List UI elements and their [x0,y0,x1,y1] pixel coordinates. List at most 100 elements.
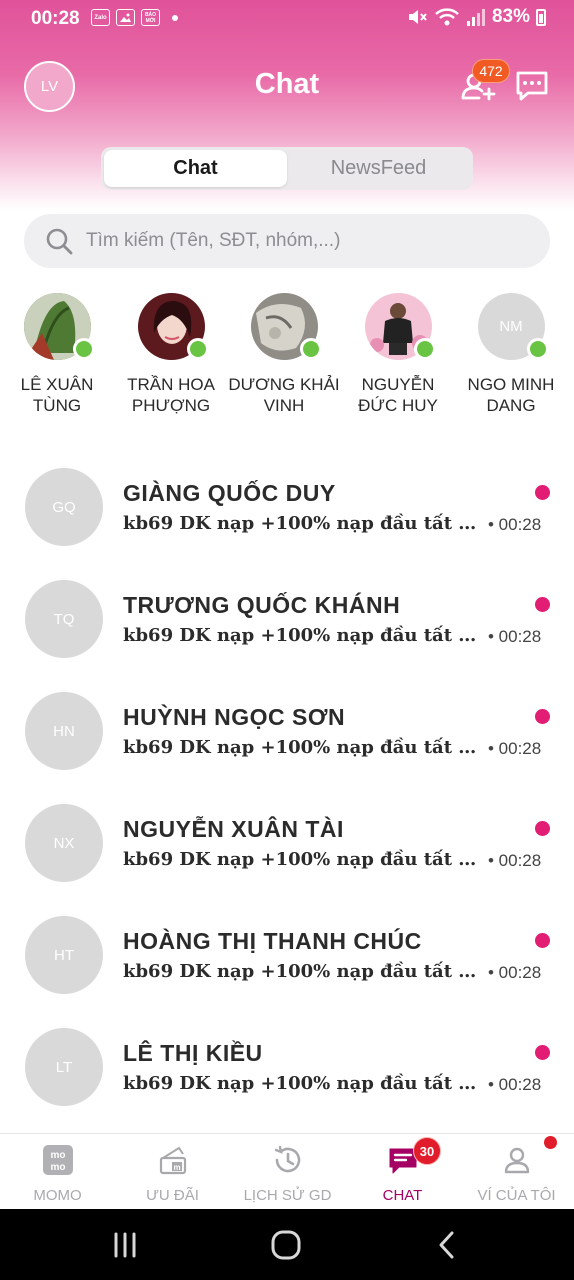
avatar: LT [25,1028,103,1106]
tab-newsfeed[interactable]: NewsFeed [287,150,470,187]
chat-contact-name: NGUYỄN XUÂN TÀI [123,816,344,842]
nav-momo[interactable]: mo mo MOMO [0,1134,115,1210]
back-icon[interactable] [427,1229,467,1261]
chat-time: • 00:28 [488,1075,542,1094]
online-friend-1[interactable]: LÊ XUÂN TÙNG [0,293,114,416]
unread-indicator [535,709,550,724]
nav-label: ƯU ĐÃI [146,1187,199,1204]
chat-list-item[interactable]: LT LÊ THỊ KIỀU kb69 DK nạp +100% nạp đầu… [0,1028,574,1140]
svg-text:m: m [173,1163,180,1172]
avatar: HN [25,692,103,770]
search-input[interactable] [86,230,526,252]
online-indicator [413,338,436,360]
avatar [137,293,209,360]
chat-last-message: kb69 DK nạp +100% nạp đầu tất cả ... [123,625,483,646]
recent-apps-icon[interactable] [105,1229,145,1261]
avatar: GQ [25,468,103,546]
chat-contact-name: GIÀNG QUỐC DUY [123,480,336,506]
chat-contact-name: HUỲNH NGỌC SƠN [123,704,346,730]
avatar: NM [477,293,549,360]
avatar-initials: NM [499,318,523,335]
unread-indicator [535,597,550,612]
chat-last-message: kb69 DK nạp +100% nạp đầu tất cả... [123,1073,483,1094]
wifi-icon [435,8,459,26]
unread-indicator [535,933,550,948]
status-app-icons: Zalo BÁO MỚI [91,9,178,26]
nav-chat[interactable]: CHAT [345,1134,460,1210]
chat-time: • 00:28 [488,515,542,534]
avatar [23,293,95,360]
bottom-navigation: mo mo MOMO m ƯU ĐÃI LỊCH SỬ GD CHAT VÍ C… [0,1133,574,1209]
chat-time: • 00:28 [488,627,542,646]
avatar: TQ [25,580,103,658]
nav-lich-su-gd[interactable]: LỊCH SỬ GD [230,1134,345,1210]
chat-list-item[interactable]: HN HUỲNH NGỌC SƠN kb69 DK nạp +100% nạp … [0,692,574,804]
momo-logo-icon: mo mo [42,1145,73,1175]
home-icon[interactable] [266,1229,306,1261]
signal-icon [466,9,485,26]
online-friend-2[interactable]: TRẦN HOA PHƯỢNG [114,293,228,416]
user-icon [504,1147,529,1174]
gallery-icon [116,9,135,26]
notification-dot-icon [172,14,178,21]
chat-contact-name: LÊ THỊ KIỀU [123,1040,263,1066]
chat-tabs: Chat NewsFeed [101,147,473,190]
friend-name: NGO MINH DANG [467,375,555,415]
mute-icon [408,10,427,24]
zalo-icon: Zalo [91,9,110,26]
friend-name: TRẦN HOA PHƯỢNG [127,375,215,415]
online-indicator [526,338,549,360]
avatar [364,293,436,360]
friend-name: NGUYỄN ĐỨC HUY [358,375,438,415]
online-indicator [72,338,95,360]
chat-list-item[interactable]: HT HOÀNG THỊ THANH CHÚC kb69 DK nạp +100… [0,916,574,1028]
battery-percent: 83% [491,6,530,27]
status-bar: 00:28 Zalo BÁO MỚI 83% [0,0,574,36]
chat-last-message: kb69 DK nạp +100% nạp đầu tất cả ... [123,513,483,534]
wallet-notification-dot [544,1136,557,1149]
friend-name: LÊ XUÂN TÙNG [20,375,94,415]
chat-time: • 00:28 [488,963,542,982]
svg-text:mo: mo [50,1162,65,1173]
chat-last-message: kb69 DK nạp +100% nạp đầu tất cả ... [123,737,483,758]
bao-moi-icon: BÁO MỚI [141,9,160,26]
friend-requests-badge: 472 [472,59,510,83]
avatar: NX [25,804,103,882]
online-friend-3[interactable]: DƯƠNG KHẢI VINH [227,293,341,416]
status-time: 00:28 [31,8,80,29]
chat-time: • 00:28 [488,851,542,870]
online-indicator [299,338,322,360]
chat-contact-name: TRƯƠNG QUỐC KHÁNH [123,592,401,618]
unread-indicator [535,821,550,836]
chat-last-message: kb69 DK nạp +100% nạp đầu tất cả ... [123,849,483,870]
friend-name: DƯƠNG KHẢI VINH [228,375,340,415]
nav-vi-cua-toi[interactable]: VÍ CỦA TÔI [459,1134,574,1210]
chat-list-item[interactable]: NX NGUYỄN XUÂN TÀI kb69 DK nạp +100% nạp… [0,804,574,916]
online-friend-5[interactable]: NM NGO MINH DANG [454,293,568,416]
unread-indicator [535,485,550,500]
tab-chat[interactable]: Chat [104,150,287,187]
svg-text:mo: mo [50,1150,65,1161]
chat-time: • 00:28 [488,739,542,758]
unread-indicator [535,1045,550,1060]
history-icon [274,1145,300,1173]
status-right: 83% [406,6,546,28]
nav-label: LỊCH SỬ GD [243,1187,332,1204]
search-icon [46,228,73,255]
nav-label: VÍ CỦA TÔI [477,1187,556,1204]
chat-list-item[interactable]: GQ GIÀNG QUỐC DUY kb69 DK nạp +100% nạp … [0,468,574,580]
chat-unread-badge: 30 [413,1137,441,1165]
chat-last-message: kb69 DK nạp +100% nạp đầu tất cả ... [123,961,483,982]
online-indicator [186,338,209,360]
gift-ticket-icon: m [159,1146,186,1175]
search-bar[interactable] [24,214,550,268]
nav-label: CHAT [382,1187,423,1204]
avatar [250,293,322,360]
avatar: HT [25,916,103,994]
chat-list-item[interactable]: TQ TRƯƠNG QUỐC KHÁNH kb69 DK nạp +100% n… [0,580,574,692]
online-friend-4[interactable]: NGUYỄN ĐỨC HUY [341,293,455,416]
battery-icon [536,8,546,26]
nav-uu-dai[interactable]: m ƯU ĐÃI [115,1134,230,1210]
chat-contact-name: HOÀNG THỊ THANH CHÚC [123,928,422,954]
messages-button[interactable] [514,68,550,104]
